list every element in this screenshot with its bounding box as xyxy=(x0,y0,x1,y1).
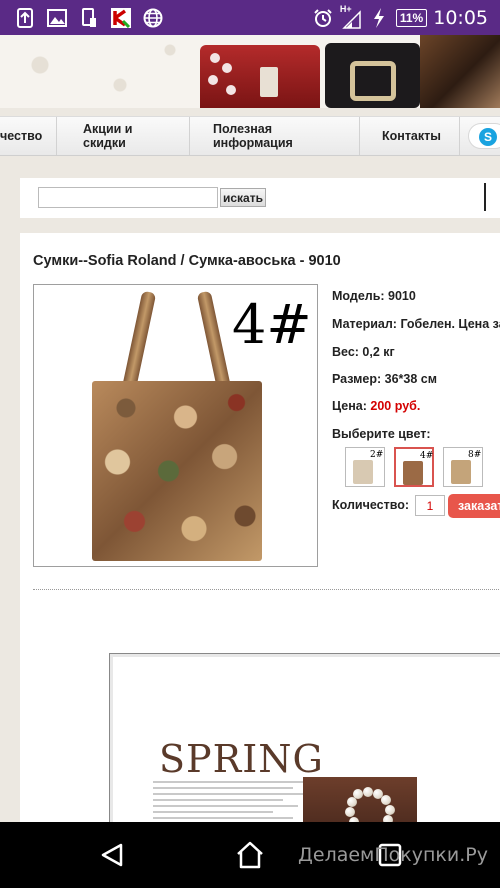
image-label: 4# xyxy=(232,293,312,356)
status-bar: H+ 11% 10:05 xyxy=(0,0,500,35)
site-banner[interactable] xyxy=(0,35,500,108)
nav-item-label: Акции и xyxy=(83,122,133,136)
banner-black-bag xyxy=(325,43,420,108)
nav-item-label: чество xyxy=(0,129,43,143)
swatch-bag-image xyxy=(451,460,471,484)
watermark: ДелаемПокупки.Ру xyxy=(298,844,488,866)
price-label: Цена: xyxy=(332,399,367,413)
divider xyxy=(33,589,500,590)
battery-icon: 11% xyxy=(395,8,428,27)
quantity-label: Количество: xyxy=(332,498,410,512)
upload-icon xyxy=(14,7,36,29)
spec-price: Цена: 200 руб. xyxy=(332,399,420,413)
back-icon[interactable] xyxy=(97,840,127,870)
nav-item-quality[interactable]: чество xyxy=(0,117,57,155)
alarm-icon xyxy=(312,7,334,29)
page-title: Сумки--Sofia Roland / Сумка-авоська - 90… xyxy=(33,253,341,269)
divider xyxy=(484,183,486,211)
nav-item-label: Полезная xyxy=(213,122,273,136)
swatch-label: 2# xyxy=(370,450,384,460)
nav-item-useful-info[interactable]: Полезная информация xyxy=(190,117,360,155)
swatch-label: 4# xyxy=(420,451,434,461)
spec-size: Размер: 36*38 см xyxy=(332,372,437,386)
swatch-bag-image xyxy=(403,461,423,485)
skype-icon: S xyxy=(479,128,497,146)
swatch-label: 8# xyxy=(468,450,482,460)
search-input[interactable] xyxy=(38,187,218,208)
signal-icon: H+ xyxy=(340,4,362,30)
globe-icon xyxy=(142,7,164,29)
product-panel: Сумки--Sofia Roland / Сумка-авоська - 90… xyxy=(20,233,500,833)
android-nav-bar: ДелаемПокупки.Ру xyxy=(0,822,500,888)
bag-strap xyxy=(196,290,232,392)
spec-model: Модель: 9010 xyxy=(332,289,416,303)
skype-button[interactable]: S xyxy=(468,123,500,149)
main-nav: чество Акции и скидки Полезная информаци… xyxy=(0,116,500,156)
nav-item-label: информация xyxy=(213,136,293,150)
phone-sd-icon xyxy=(78,7,100,29)
spec-weight: Вес: 0,2 кг xyxy=(332,345,395,359)
bag-strap xyxy=(121,290,157,392)
order-button[interactable]: заказат xyxy=(448,494,500,518)
promo-heading: SPRING xyxy=(159,737,324,781)
home-icon[interactable] xyxy=(235,840,265,870)
nav-item-promotions[interactable]: Акции и скидки xyxy=(57,117,190,155)
battery-level: 11% xyxy=(399,10,424,25)
quantity-input[interactable] xyxy=(415,495,445,516)
search-button[interactable]: искать xyxy=(220,188,266,207)
kaspersky-icon xyxy=(110,7,132,29)
nav-item-label: Контакты xyxy=(382,129,441,143)
banner-red-bag xyxy=(200,45,320,108)
price-value: 200 руб. xyxy=(370,399,421,413)
color-swatch-4[interactable]: 4# xyxy=(394,447,434,487)
swatch-bag-image xyxy=(353,460,373,484)
clock: 10:05 xyxy=(433,6,488,29)
product-image[interactable]: 4# xyxy=(33,284,318,567)
nav-item-label: скидки xyxy=(83,136,126,150)
nav-item-contacts[interactable]: Контакты xyxy=(360,117,460,155)
color-swatch-8[interactable]: 8# xyxy=(443,447,483,487)
charging-icon xyxy=(368,7,390,29)
tote-bag-image xyxy=(92,381,262,561)
promo-image[interactable]: SPRING xyxy=(109,653,500,833)
spec-material: Материал: Гобелен. Цена за xyxy=(332,317,500,331)
color-swatch-2[interactable]: 2# xyxy=(345,447,385,487)
search-panel: искать xyxy=(20,178,500,218)
banner-model-photo xyxy=(420,35,500,108)
choose-color-label: Выберите цвет: xyxy=(332,427,431,441)
image-icon xyxy=(46,7,68,29)
